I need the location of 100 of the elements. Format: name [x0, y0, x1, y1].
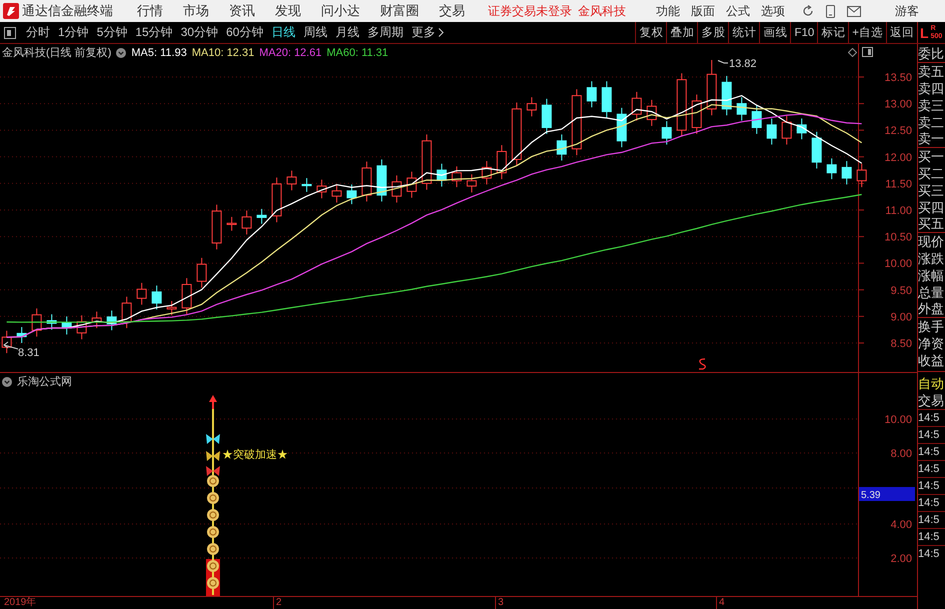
diamond-icon[interactable] [848, 48, 857, 56]
candlestick [496, 144, 507, 180]
action-button[interactable]: 返回 [886, 22, 917, 43]
action-button[interactable]: 统计 [728, 22, 760, 43]
time-axis-label: 2019年 [4, 597, 36, 609]
menu-item[interactable]: 公式 [726, 2, 750, 20]
menu-item[interactable]: 财富圈 [380, 2, 419, 20]
period-tab[interactable]: 5分钟 [92, 24, 132, 41]
candlestick [616, 107, 627, 148]
axis-label: 10.00 [884, 414, 912, 426]
action-button[interactable]: 多股 [697, 22, 728, 43]
quote-field-label: 现价 [918, 233, 945, 250]
quote-field-label: 委比 [918, 46, 945, 63]
candlestick [46, 314, 57, 330]
current-value-label: 5.39 [861, 490, 880, 501]
time-axis-label: 3 [495, 597, 504, 609]
trade-time: 14:5 [918, 511, 945, 528]
quote-field-label: 收益 [918, 352, 945, 369]
quote-field-label: 净资 [918, 335, 945, 352]
candlestick [422, 134, 432, 190]
candlestick [856, 163, 867, 188]
period-tab[interactable]: 周线 [299, 24, 332, 41]
menu-item[interactable]: 交易 [439, 2, 465, 20]
candlestick [526, 96, 537, 117]
axis-label: 13.50 [884, 72, 912, 84]
action-button[interactable]: 画线 [759, 22, 790, 43]
candlestick [602, 80, 612, 118]
trade-time: 14:5 [918, 494, 945, 511]
quote-field-label: 涨幅 [918, 267, 945, 284]
candlestick [196, 257, 207, 288]
candlestick [92, 311, 102, 329]
dropdown-icon[interactable] [116, 48, 126, 58]
menu-item[interactable]: 市场 [183, 2, 209, 20]
candlestick [782, 115, 792, 146]
trade-time: 14:5 [918, 460, 945, 477]
stock-name-text: 金风科技 [578, 2, 626, 20]
indicator-title: 乐淘公式网 [17, 375, 72, 389]
menu-item[interactable]: 行情 [137, 2, 163, 20]
quote-field-label: 买一 [918, 148, 945, 165]
menu-item[interactable]: 版面 [691, 2, 715, 20]
phone-icon[interactable] [826, 4, 835, 18]
refresh-icon[interactable] [802, 5, 814, 17]
period-tab[interactable]: 15分钟 [131, 24, 177, 41]
quote-field-label: 卖二 [918, 114, 945, 131]
candlestick [332, 184, 342, 204]
signal-label: ★突破加速★ [222, 449, 288, 461]
candlestick [406, 171, 417, 198]
panel-icon[interactable] [862, 47, 873, 57]
action-button[interactable]: 叠加 [666, 22, 698, 43]
quote-field-label: 买五 [918, 216, 945, 233]
period-tab[interactable]: 30分钟 [176, 24, 222, 41]
quote-field-label: 卖三 [918, 97, 945, 114]
quote-field-label: 买三 [918, 182, 945, 199]
user-label[interactable]: 游客 [895, 2, 919, 20]
menu-item[interactable]: 选项 [761, 2, 785, 20]
menu-item[interactable]: 问小达 [321, 2, 360, 20]
more-tab[interactable]: 更多 [407, 24, 448, 41]
period-tab[interactable]: 月线 [331, 24, 364, 41]
mail-icon[interactable] [847, 6, 861, 16]
axis-label: 8.50 [890, 338, 912, 350]
axis-label: 13.00 [884, 98, 912, 111]
action-button[interactable]: 复权 [635, 22, 666, 43]
event-marker-icon [699, 358, 706, 370]
action-button[interactable]: F10 [790, 22, 818, 43]
action-button[interactable]: 标记 [817, 22, 848, 43]
candlestick [752, 104, 762, 134]
period-tab[interactable]: 日线 [267, 24, 300, 41]
action-button[interactable]: +自选 [848, 22, 886, 43]
trade-time: 14:5 [918, 426, 945, 443]
candlestick [676, 72, 687, 138]
candlestick [572, 88, 582, 156]
menu-item[interactable]: 功能 [656, 2, 680, 20]
period-tab[interactable]: 60分钟 [222, 24, 268, 41]
candlestick [826, 158, 837, 180]
quote-field-label: 买二 [918, 165, 945, 182]
period-tab[interactable]: 分时 [22, 24, 54, 41]
candlestick [242, 210, 252, 235]
panel-toggle-icon[interactable] [4, 26, 16, 38]
candlestick [812, 131, 822, 169]
time-axis-label: 4 [716, 597, 725, 609]
candlestick [766, 118, 777, 146]
axis-label: 12.00 [884, 152, 912, 164]
axis-label: 11.00 [885, 205, 912, 217]
quote-level-label: L [920, 24, 929, 40]
period-tab[interactable]: 多周期 [363, 24, 408, 41]
candlestick [32, 308, 42, 338]
trade-time: 14:5 [918, 409, 945, 426]
candlestick [76, 314, 87, 340]
candlestick [436, 163, 447, 188]
period-tab[interactable]: 1分钟 [54, 24, 93, 41]
chevron-icon [438, 28, 444, 37]
moving-average-label: MA5: 11.93 [131, 46, 187, 58]
menu-item[interactable]: 资讯 [229, 2, 255, 20]
candlestick [182, 278, 192, 315]
dropdown-icon[interactable] [2, 376, 12, 386]
menu-item[interactable]: 发现 [275, 2, 301, 20]
candlestick [226, 216, 237, 232]
axis-label: 10.50 [884, 232, 912, 244]
trade-time: 14:5 [918, 545, 945, 562]
axis-label: 12.50 [884, 125, 912, 138]
